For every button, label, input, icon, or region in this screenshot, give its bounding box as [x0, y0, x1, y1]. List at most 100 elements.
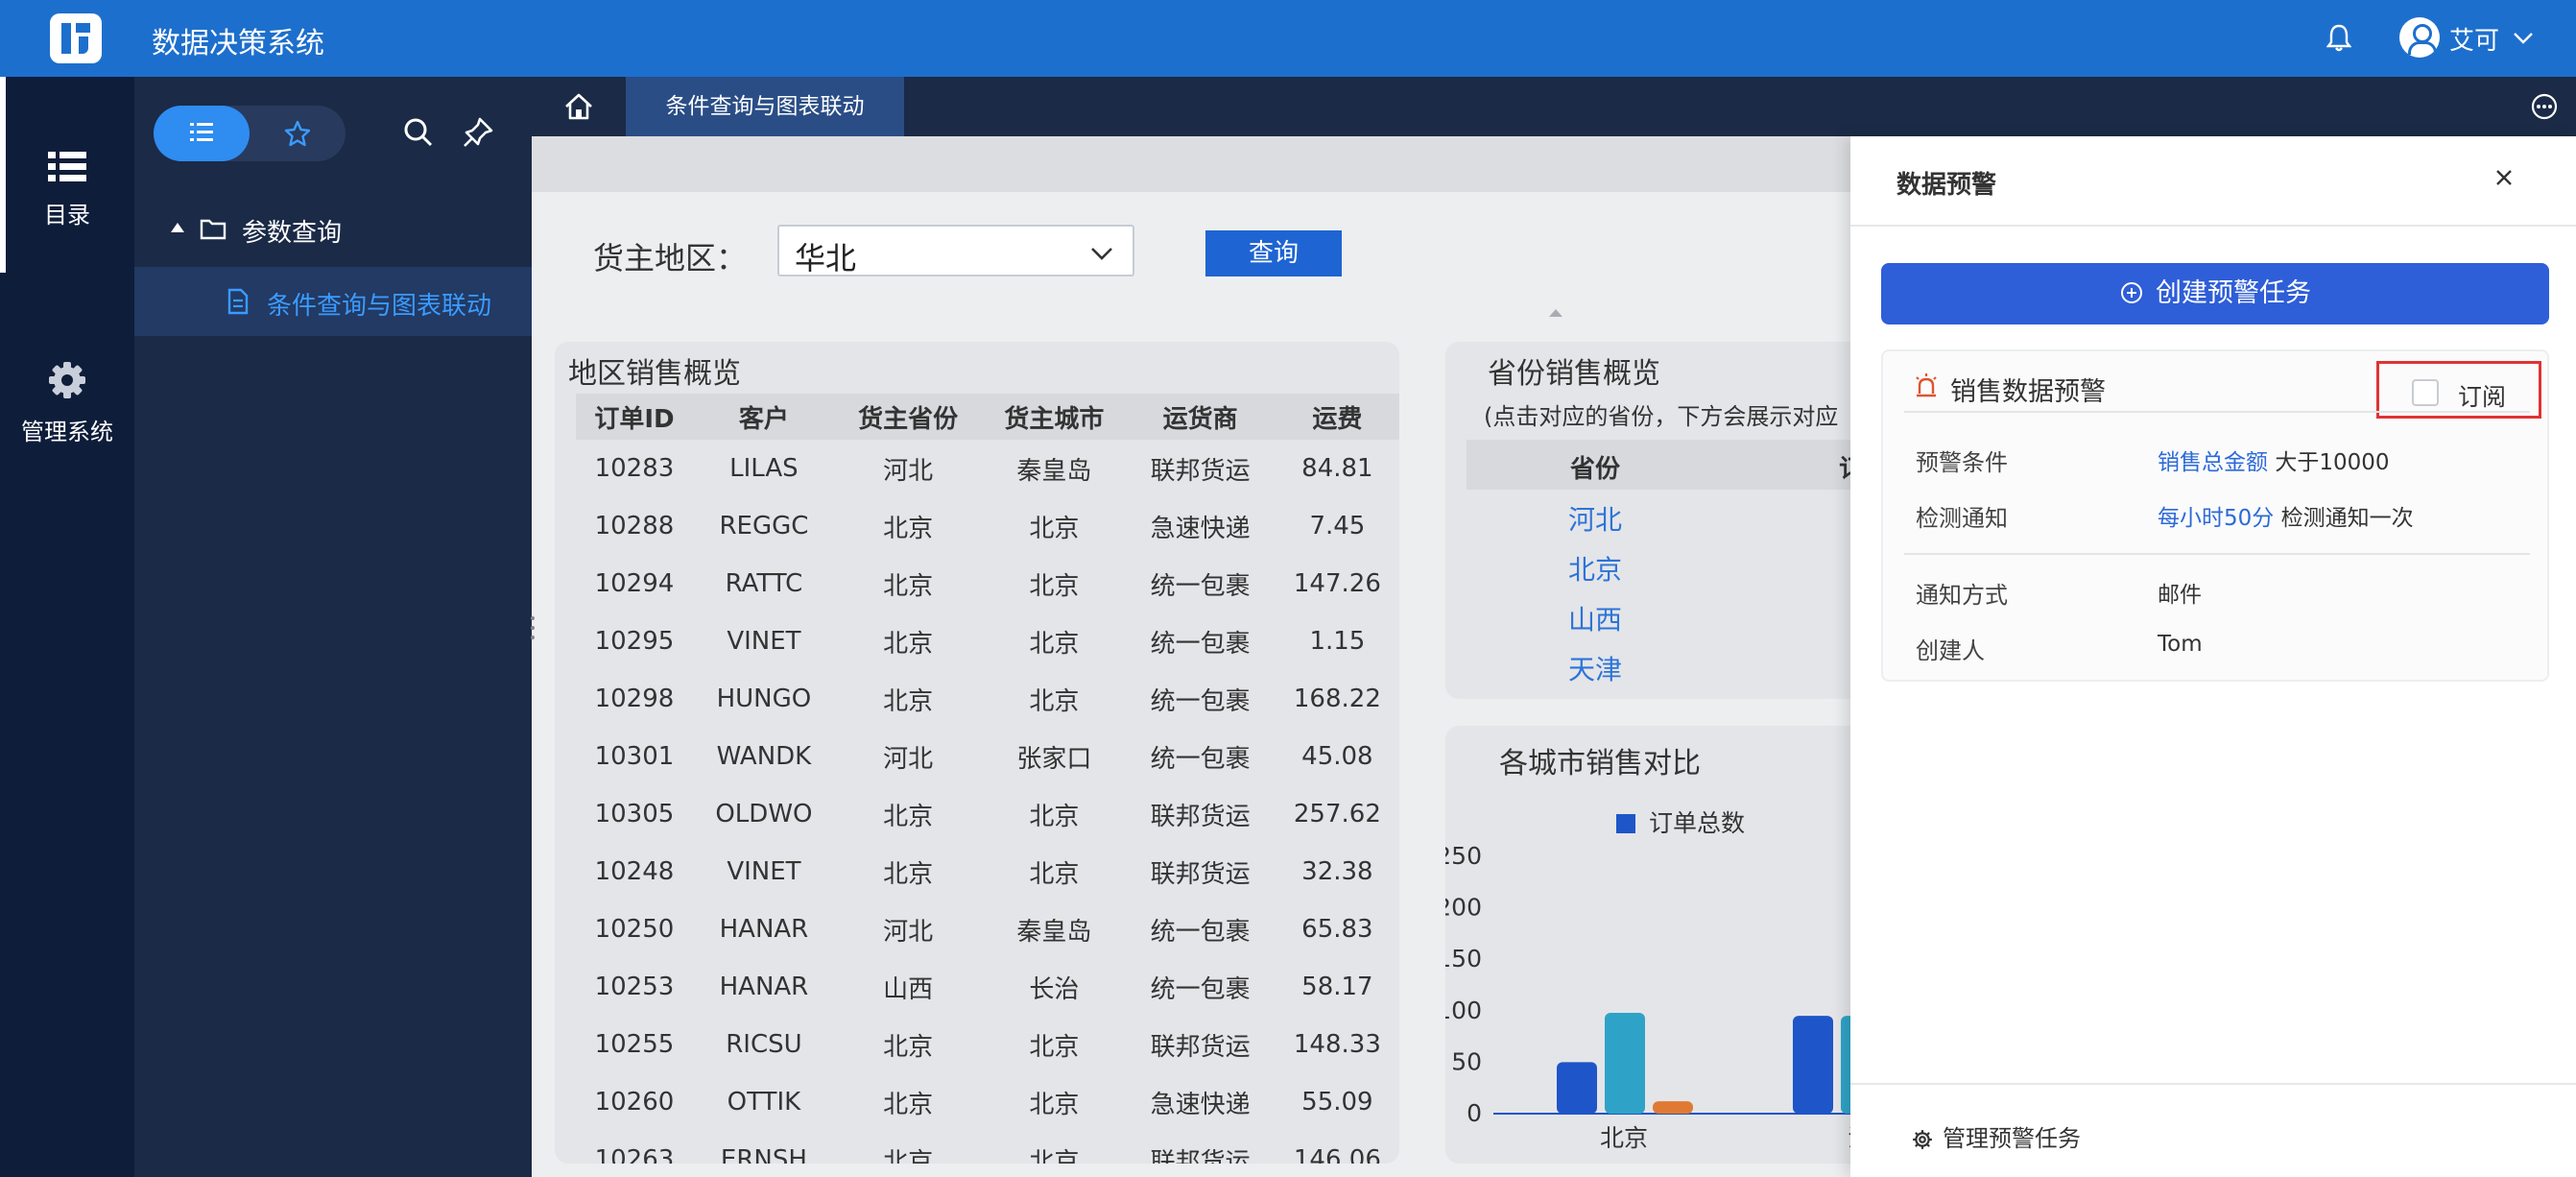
province-card-title: 省份销售概览 — [1488, 357, 1660, 391]
table-cell: OLDWO — [715, 800, 813, 829]
table-cell: 统一包裹 — [1150, 686, 1251, 716]
home-icon[interactable] — [532, 77, 626, 136]
table-cell: 统一包裹 — [1150, 744, 1251, 774]
table-cell: 北京 — [883, 571, 934, 601]
manage-alert-tasks-link[interactable]: 管理预警任务 — [1912, 1119, 2081, 1153]
notify-value: 邮件 — [2158, 583, 2202, 608]
list-icon — [190, 123, 213, 141]
tab-condition-query[interactable]: 条件查询与图表联动 — [626, 77, 904, 136]
table-cell: 河北 — [883, 744, 934, 774]
search-icon[interactable] — [401, 115, 436, 150]
table-cell: 联邦货运 — [1150, 1032, 1251, 1062]
tree-folder-param-query[interactable]: 参数查询 — [134, 198, 532, 267]
region-filter-label: 货主地区： — [593, 240, 748, 276]
city-bar-chart: 050100150200250北京河 — [1445, 842, 1906, 1152]
rail-item-management-label: 管理系统 — [21, 419, 113, 445]
bar[interactable] — [1653, 1101, 1693, 1114]
table-cell: 统一包裹 — [1150, 571, 1251, 601]
rail-item-management[interactable]: 管理系统 — [0, 361, 134, 446]
table-cell: 10263 — [594, 1145, 675, 1164]
plus-circle-icon — [2121, 282, 2142, 303]
rail-item-catalog[interactable]: 目录 — [0, 152, 134, 229]
list-view-button[interactable] — [154, 106, 250, 161]
table-cell: 10298 — [594, 685, 675, 713]
user-name[interactable]: 艾可 — [2449, 21, 2499, 57]
creator-label: 创建人 — [1916, 637, 1985, 664]
subscribe-checkbox[interactable] — [2412, 379, 2439, 406]
table-cell: REGGC — [719, 512, 809, 540]
province-column-header: 省份 — [1570, 455, 1621, 484]
app-title: 数据决策系统 — [152, 27, 324, 60]
chevron-down-icon[interactable] — [1088, 240, 1115, 267]
table-cell: 河北 — [883, 917, 934, 947]
table-cell: 10248 — [594, 857, 675, 886]
alert-card-divider — [1904, 553, 2530, 555]
siren-icon — [1916, 373, 1937, 397]
close-icon[interactable] — [2490, 163, 2518, 192]
province-table-header: 省份 订 — [1467, 440, 1906, 490]
bar[interactable] — [1793, 1016, 1833, 1114]
star-icon[interactable] — [284, 120, 311, 147]
table-cell: VINET — [727, 857, 801, 886]
drawer-divider — [1850, 225, 2576, 227]
table-cell: HUNGO — [716, 685, 812, 713]
table-cell: 北京 — [1029, 859, 1080, 889]
condition-field: 销售总金额 — [2158, 450, 2268, 475]
table-cell: 10283 — [594, 454, 675, 483]
table-cell: 急速快递 — [1150, 1090, 1251, 1119]
province-link[interactable]: 北京 — [1568, 549, 1622, 588]
create-alert-task-button[interactable]: 创建预警任务 — [1881, 263, 2549, 324]
table-cell: 北京 — [883, 629, 934, 659]
province-link[interactable]: 天津 — [1568, 649, 1622, 687]
subscribe-highlight-box: 订阅 — [2376, 361, 2541, 419]
orders-column-header: 运货商 — [1127, 394, 1274, 440]
table-row: 10298 HUNGO 北京 北京 统一包裹 168.22 — [576, 670, 1399, 728]
table-cell: RICSU — [726, 1030, 802, 1059]
y-tick-label: 50 — [1451, 1047, 1482, 1075]
table-row: 10294 RATTC 北京 北京 统一包裹 147.26 — [576, 555, 1399, 613]
orders-table-header: 订单ID 客户 货主省份 货主城市 运货商 运费 — [576, 394, 1399, 440]
table-row: 10255 RICSU 北京 北京 联邦货运 148.33 — [576, 1016, 1399, 1073]
table-cell: 北京 — [883, 859, 934, 889]
tree-item-condition-query[interactable]: 条件查询与图表联动 — [134, 267, 532, 336]
table-row: 10288 REGGC 北京 北京 急速快递 7.45 — [576, 497, 1399, 555]
table-cell: 北京 — [1029, 1090, 1080, 1119]
bar[interactable] — [1557, 1062, 1597, 1114]
view-toggle — [154, 106, 346, 161]
table-cell: 长治 — [1029, 974, 1080, 1004]
legend-swatch — [1616, 814, 1635, 833]
user-avatar-icon[interactable] — [2399, 17, 2440, 58]
collapse-caret-icon[interactable] — [1549, 309, 1562, 317]
table-row: 10253 HANAR 山西 长治 统一包裹 58.17 — [576, 958, 1399, 1016]
table-cell: 168.22 — [1293, 685, 1381, 713]
bar[interactable] — [1605, 1012, 1645, 1114]
province-link[interactable]: 山西 — [1568, 599, 1622, 637]
expand-caret-icon[interactable] — [171, 223, 184, 232]
more-icon[interactable] — [2530, 92, 2559, 121]
condition-value: 销售总金额 大于10000 — [2158, 444, 2389, 476]
unpin-icon[interactable] — [461, 115, 495, 150]
table-cell: 148.33 — [1293, 1030, 1381, 1059]
table-cell: 10305 — [594, 800, 675, 829]
region-select-box[interactable]: 华北 — [777, 225, 1134, 276]
orders-card: 地区销售概览 订单ID 客户 货主省份 货主城市 运货商 运费 10283 LILAS 河北秦… — [555, 342, 1399, 1164]
top-bar: 数据决策系统 艾可 — [0, 0, 2576, 77]
resize-handle-icon[interactable] — [530, 614, 536, 641]
table-cell: 北京 — [883, 1090, 934, 1119]
data-alert-drawer: 数据预警 创建预警任务 销售数据预警 订阅 预警条件 销售总金额 大于10000… — [1850, 136, 2576, 1177]
query-button[interactable]: 查询 — [1205, 230, 1342, 276]
create-alert-task-label: 创建预警任务 — [2156, 278, 2311, 308]
table-cell: 北京 — [1029, 514, 1080, 543]
table-cell: 10255 — [594, 1030, 675, 1059]
table-cell: 10301 — [594, 742, 675, 771]
condition-label: 预警条件 — [1916, 449, 2008, 476]
table-cell: HANAR — [719, 973, 809, 1001]
subscribe-label[interactable]: 订阅 — [2458, 378, 2506, 413]
table-cell: 32.38 — [1301, 857, 1373, 886]
table-cell: 65.83 — [1301, 915, 1373, 944]
bell-icon[interactable] — [2326, 23, 2351, 52]
table-cell: 统一包裹 — [1150, 629, 1251, 659]
province-link[interactable]: 河北 — [1568, 499, 1622, 538]
chevron-down-icon[interactable] — [2511, 25, 2536, 50]
city-chart-card: 各城市销售对比 订单总数 050100150200250北京河 — [1445, 726, 1906, 1164]
